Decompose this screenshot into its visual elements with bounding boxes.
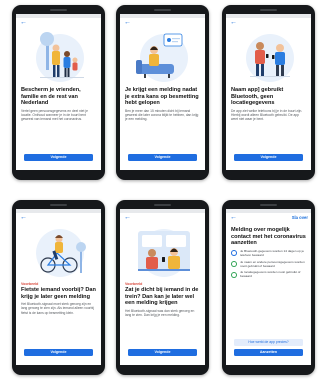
screen-title: Naam app] gebruikt Bluetooth, geen locat…	[231, 87, 284, 107]
arrow-left-icon[interactable]: ←	[230, 19, 237, 27]
onboarding-screen-6: ← Sla over Melding over mogelijk contact…	[226, 209, 311, 365]
screen-body: Vertel geen persoonsgegevens en deel nie…	[21, 108, 88, 122]
arrow-left-icon[interactable]: ←	[20, 214, 27, 222]
permission-list: Je Bluetooth-gegevens worden 14 dagen op…	[231, 248, 306, 279]
screen-body: Het Bluetooth-signaal was dan sterk geno…	[125, 308, 195, 318]
permission-text: Je Bluetooth-gegevens worden 14 dagen op…	[240, 248, 304, 257]
phone-speaker	[50, 9, 67, 11]
dot-glyph	[232, 272, 236, 277]
arrow-left-icon[interactable]: ←	[124, 19, 131, 27]
illustration-family-in-park	[20, 28, 97, 86]
phone-mockup: ← Je krijgt een melding nadat je extra k…	[116, 5, 209, 180]
illustration-notification-on-couch	[124, 28, 201, 86]
next-button[interactable]: Volgende	[24, 154, 93, 161]
illustration-people-with-phones	[230, 28, 307, 86]
onboarding-screen-2: ← Je krijgt een melding nadat je extra k…	[120, 14, 205, 170]
bluetooth-icon	[231, 250, 237, 257]
onboarding-screen-5: ← Voorbeeld Zat je dicht bij iemand in d…	[120, 209, 205, 365]
onboarding-screen-1: ← Bescherm je vrienden, familie en de re…	[16, 14, 101, 170]
example-tag: Voorbeeld	[125, 282, 143, 286]
arrow-left-icon[interactable]: ←	[20, 19, 27, 27]
phone-mockup: ← Naam app] gebruikt Bluetooth, geen loc…	[222, 5, 315, 180]
next-button[interactable]: Volgende	[24, 349, 93, 356]
arrow-left-icon[interactable]: ←	[230, 214, 237, 222]
onboarding-screen-4: ← Voorbeeld Fietste iemand voorbij? Dan …	[16, 209, 101, 365]
permission-text: Je naam en andere persoonsgegevens worde…	[240, 259, 305, 268]
top-bar: ← Sla over	[226, 213, 311, 223]
top-bar: ←	[226, 18, 311, 28]
screen-title: Fietste iemand voorbij? Dan krijg je lat…	[21, 287, 96, 300]
screen-body: De app ziet welke telefoons bij je in de…	[231, 108, 303, 122]
illustration-cyclist	[20, 223, 97, 281]
skip-link[interactable]: Sla over	[292, 215, 308, 220]
dot-glyph	[232, 251, 236, 256]
check-icon	[231, 271, 237, 278]
phone-speaker	[154, 204, 171, 206]
phone-mockup: ← Bescherm je vrienden, familie en de re…	[12, 5, 105, 180]
top-bar: ←	[16, 18, 101, 28]
screen-body: Ben je meer dan 15 minuten dicht bij iem…	[125, 108, 199, 122]
phone-speaker	[260, 204, 277, 206]
phone-speaker	[50, 204, 67, 206]
onboarding-screen-3: ← Naam app] gebruikt Bluetooth, geen loc…	[226, 14, 311, 170]
dot-glyph	[232, 262, 236, 267]
check-icon	[231, 261, 237, 268]
screen-title: Melding over mogelijk contact met het co…	[231, 227, 306, 247]
screen-title: Bescherm je vrienden, familie en de rest…	[21, 87, 81, 107]
permission-text: Je locatiegegevens worden nooit gebruikt…	[240, 270, 301, 279]
screen-title: Je krijgt een melding nadat je extra kan…	[125, 87, 199, 107]
top-bar: ←	[16, 213, 101, 223]
next-button[interactable]: Volgende	[128, 349, 197, 356]
list-item: Je Bluetooth-gegevens worden 14 dagen op…	[231, 248, 306, 258]
list-item: Je naam en andere persoonsgegevens worde…	[231, 259, 306, 269]
phone-mockup: ← Voorbeeld Fietste iemand voorbij? Dan …	[12, 200, 105, 375]
screen-title: Zat je dicht bij iemand in de trein? Dan…	[125, 287, 199, 307]
list-item: Je locatiegegevens worden nooit gebruikt…	[231, 271, 306, 279]
phone-mockup: ← Voorbeeld Zat je dicht bij iemand in d…	[116, 200, 209, 375]
enable-button[interactable]: Aanzetten	[234, 349, 303, 356]
top-bar: ←	[120, 18, 205, 28]
next-button[interactable]: Volgende	[234, 154, 303, 161]
arrow-left-icon[interactable]: ←	[124, 214, 131, 222]
phone-mockup: ← Sla over Melding over mogelijk contact…	[222, 200, 315, 375]
screen-body: Het Bluetooth-signaal moet sterk genoeg …	[21, 302, 94, 315]
top-bar: ←	[120, 213, 205, 223]
illustration-train-passengers	[124, 223, 201, 281]
how-it-works-button[interactable]: Hoe werkt de app precies?	[234, 339, 303, 346]
phone-speaker	[154, 9, 171, 11]
example-tag: Voorbeeld	[21, 282, 39, 286]
next-button[interactable]: Volgende	[128, 154, 197, 161]
phone-speaker	[260, 9, 277, 11]
